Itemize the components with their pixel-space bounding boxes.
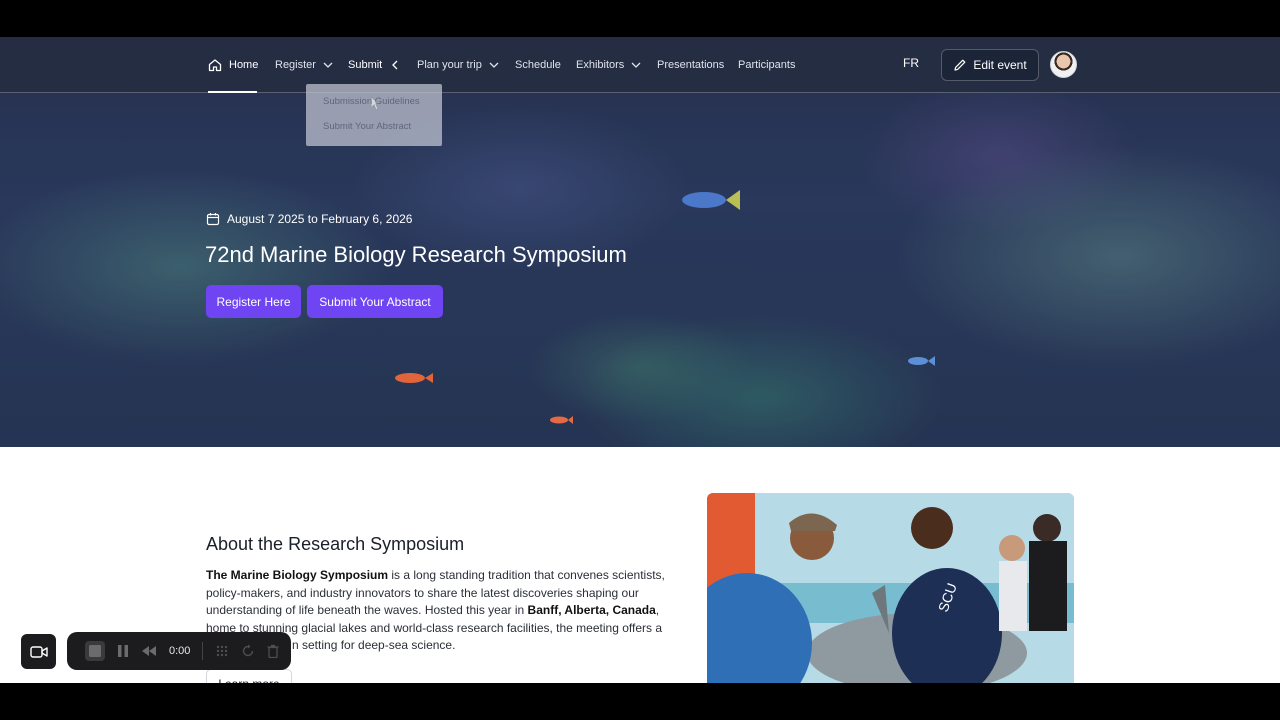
nav-schedule[interactable]: Schedule [515, 37, 561, 93]
home-icon [208, 59, 222, 72]
browser-viewport: Home Register Submit Plan your trip Sche… [0, 37, 1280, 683]
recording-time: 0:00 [169, 645, 191, 657]
fish-icon [395, 373, 433, 383]
fish-icon [682, 190, 740, 210]
nav-home[interactable]: Home [208, 37, 258, 93]
menu-item-submission-guidelines[interactable]: Submission Guidelines [323, 96, 442, 121]
chevron-down-icon [322, 61, 334, 69]
stop-icon [89, 645, 101, 657]
stop-button[interactable] [85, 641, 105, 661]
about-section-title: About the Research Symposium [206, 534, 465, 554]
grid-icon[interactable] [215, 644, 229, 658]
research-photo: SCU [707, 493, 1074, 683]
language-toggle[interactable]: FR [903, 56, 919, 70]
learn-more-button[interactable]: Learn more [206, 669, 292, 683]
submit-dropdown-menu: Submission Guidelines Submit Your Abstra… [306, 84, 442, 146]
location-name: Banff, Alberta, Canada [527, 603, 656, 618]
event-date-text: August 7 2025 to February 6, 2026 [227, 212, 413, 226]
avatar[interactable] [1050, 51, 1077, 78]
page-title: 72nd Marine Biology Research Symposium [205, 242, 627, 267]
nav-register-label: Register [275, 59, 316, 71]
nav-participants[interactable]: Participants [738, 37, 795, 93]
edit-event-button[interactable]: Edit event [941, 49, 1039, 81]
calendar-icon [206, 213, 220, 226]
trash-icon[interactable] [267, 644, 279, 658]
video-camera-icon [29, 645, 48, 658]
pause-icon[interactable] [117, 644, 129, 658]
letterbox-top [0, 0, 1280, 37]
letterbox-bottom [0, 683, 1280, 720]
photo-scene: SCU [707, 493, 1074, 683]
fish-icon [550, 416, 573, 424]
event-dates: August 7 2025 to February 6, 2026 [206, 212, 412, 226]
nav-plan-label: Plan your trip [417, 59, 482, 71]
symposium-name: The Marine Biology Symposium [206, 568, 389, 582]
submit-abstract-button[interactable]: Submit Your Abstract [307, 285, 443, 318]
nav-presentations-label: Presentations [657, 59, 725, 71]
divider [202, 642, 204, 660]
top-navigation: Home Register Submit Plan your trip Sche… [0, 37, 1280, 111]
fish-icon [908, 356, 935, 366]
rewind-icon[interactable] [141, 645, 157, 657]
camera-toggle-button[interactable] [21, 634, 56, 669]
nav-submit-label: Submit [348, 59, 383, 71]
hero-background [0, 37, 1280, 447]
chevron-down-icon [630, 61, 642, 69]
register-here-button[interactable]: Register Here [206, 285, 301, 318]
recording-controls: 0:00 [67, 632, 291, 670]
nav-exhibitors[interactable]: Exhibitors [576, 37, 642, 93]
restart-icon[interactable] [241, 644, 255, 658]
nav-presentations[interactable]: Presentations [657, 37, 724, 93]
nav-schedule-label: Schedule [515, 59, 561, 71]
nav-home-label: Home [229, 59, 259, 71]
active-tab-indicator [208, 91, 257, 93]
chevron-down-icon [488, 61, 500, 69]
menu-item-submit-abstract[interactable]: Submit Your Abstract [323, 121, 442, 146]
pencil-icon [954, 59, 966, 71]
edit-event-label: Edit event [973, 58, 1027, 72]
nav-exhibitors-label: Exhibitors [576, 59, 625, 71]
nav-participants-label: Participants [738, 59, 796, 71]
chevron-left-icon [391, 59, 399, 71]
